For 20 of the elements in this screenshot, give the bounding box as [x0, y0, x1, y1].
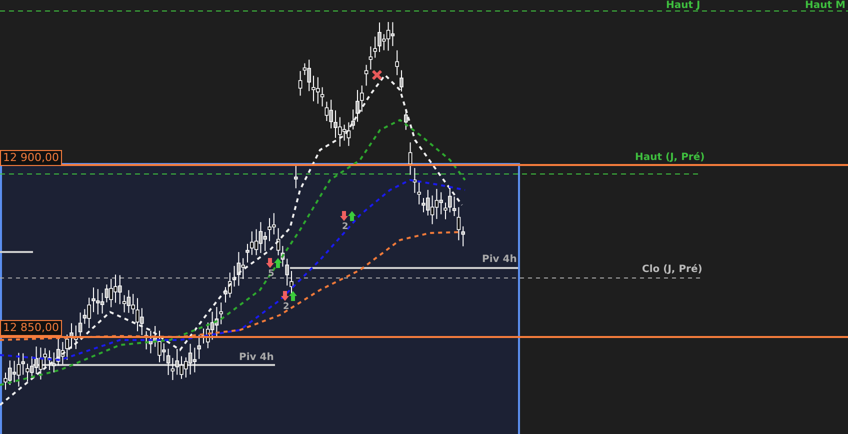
price-label: 12 850,00	[0, 320, 62, 336]
level-line	[0, 251, 33, 253]
level-label: Haut (J, Pré)	[635, 152, 705, 164]
level-label: Piv 4h	[482, 254, 517, 266]
price-label: 12 900,00	[0, 150, 62, 166]
candlestick	[294, 164, 298, 189]
up-arrow-icon	[274, 258, 282, 268]
signal-count: 5	[268, 269, 274, 279]
level-label: Piv 4h	[239, 352, 274, 364]
down-arrow-icon	[266, 258, 274, 268]
level-label: Clo (J, Pré)	[642, 264, 702, 276]
level-label: Haut J	[666, 0, 700, 12]
signal-count: 2	[342, 222, 348, 232]
signal-count: 2	[283, 302, 290, 312]
down-arrow-icon	[281, 291, 289, 301]
level-label: Haut M	[805, 0, 846, 12]
cross-icon	[372, 70, 382, 80]
up-arrow-icon	[348, 211, 356, 221]
down-arrow-icon	[340, 211, 348, 221]
up-arrow-icon	[289, 291, 297, 301]
